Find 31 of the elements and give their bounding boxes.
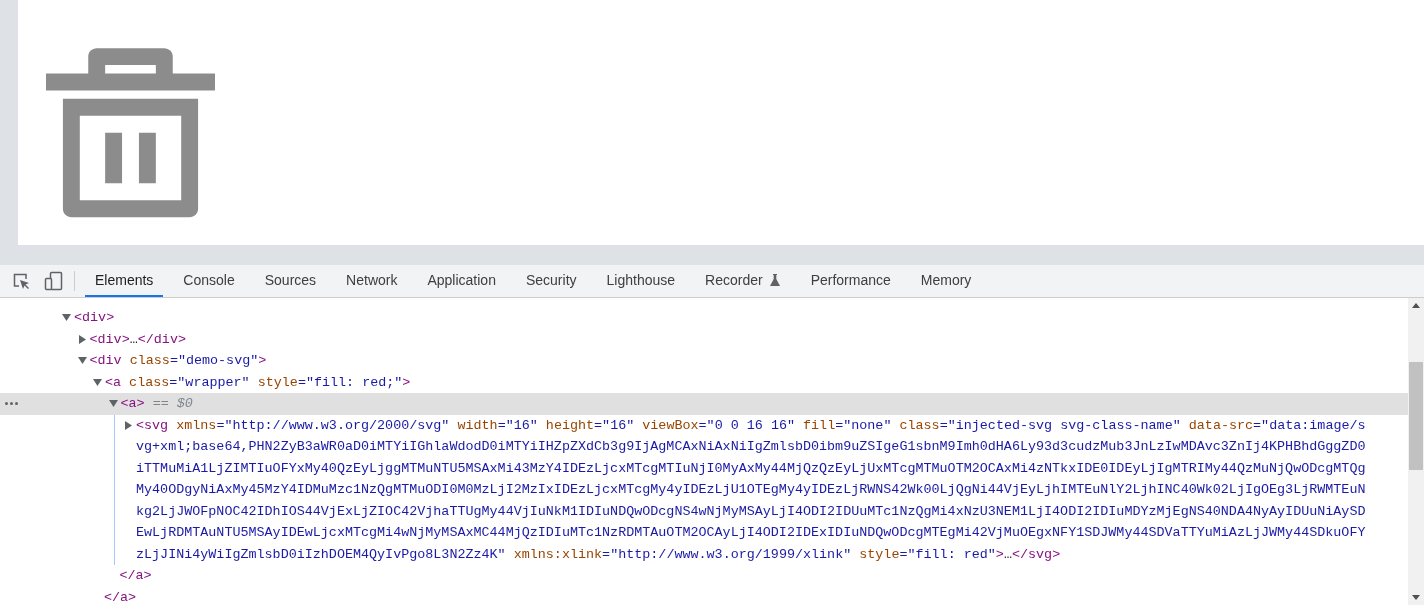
- panel-tab[interactable]: Recorder: [695, 265, 791, 297]
- code-line: <a class="wrapper" style="fill: red;">: [105, 373, 411, 392]
- code-line: </a>: [119, 567, 152, 585]
- panel-tab[interactable]: Elements: [85, 265, 164, 297]
- panel-tab[interactable]: Memory: [910, 265, 982, 297]
- inspect-icon[interactable]: [12, 272, 30, 290]
- selected-row[interactable]: <a> == $0: [0, 393, 1408, 415]
- panel-tab[interactable]: Lighthouse: [596, 265, 686, 297]
- panel-tab[interactable]: Sources: [254, 265, 327, 297]
- code-line: <a> == $0: [120, 395, 193, 413]
- panel-tab[interactable]: Console: [173, 265, 245, 297]
- flask-icon: [768, 273, 781, 287]
- code-line: <svg xmlns="http://www.w3.org/2000/svg" width="16" height="16" viewBox="0 0 16 16" fill="none" class="injected-svg svg-class-name" data-src="data:image/svg+xml;base64,PHN2ZyB3aWR0aD0iMTYiIGhlaWdodD0iMTYiIHZpZXdCb3g9IjAgMCAxNiAxNiIgZmlsbD0ibm9uZSIgeG1sbnM9Imh0dHA6Ly93d3cudzMub3JnLzIwMDAvc3ZnIj4KPHBhdGggZD0iTTMuMiA1LjZIMTIuOFYxMy40QzEyLjggMTMuNTU5MSAxMi43MzY4IDEzLjcxMTcgMTIuNjI0MyAxMy44MjQzQzEyLjUxMTcgMTMuOTM2OCAxMi4zNTkxIDE0IDEyLjIgMTRIMy44QzMuNjQwODcgMTQgMy40ODgyNiAxMy45MzY4IDMuMzc1NzQgMTMuODI0M0MzLjI2MzIxIDEzLjcxMTcgMy4yIDEzLjU1OTEgMy4yIDEzLjRWNS42Wk00LjQgNi44VjEyLjhIMTEuNlY2LjhINC40Wk02LjIgOEg3LjRWMTEuNkg2LjJWOFpNOC42IDhIOS44VjExLjZIOC42VjhaTTUgMy44VjIuNkM1IDIuNDQwODcgNS4wNjMyMSAyLjI4ODI2IDUuMTc1NzQgMi4xNzU3NEM1LjI4ODI2IDIuMDYzMjEgNS40NDA4NyAyIDUuNiAySDEwLjRDMTAuNTU5MSAyIDEwLjcxMTcgMi4wNjMyMSAxMC44MjQzIDIuMTc1NzRDMTAuOTM2OCAyLjI4ODI2IDExIDIuNDQwODcgMTEgMi42VjMuOEgxNFY1SDJWMy44SDVaTTYuMiAzLjJWMy44SDkuOFYzLjJINi4yWiIgZmlsbD0iIzhDOEM4QyIvPgo8L3N2Zz4K" xmlns:xlink="http://www.w3.org/1999/xlink" style="fill: red">…</svg>: [136, 416, 1367, 564]
- collapsed-arrow-icon[interactable]: [77, 334, 87, 344]
- expanded-arrow-icon[interactable]: [108, 399, 118, 408]
- code-line: <div>: [74, 309, 115, 327]
- panel-tab[interactable]: Application: [417, 265, 506, 297]
- more-icon[interactable]: [5, 402, 18, 405]
- code-line: </a>: [104, 588, 137, 605]
- collapsed-arrow-icon[interactable]: [124, 420, 133, 430]
- code-line: <div class="demo-svg">: [89, 352, 267, 370]
- trash-icon: [46, 48, 215, 218]
- code-line: <div>…</div>: [89, 330, 187, 349]
- expanded-arrow-icon[interactable]: [62, 313, 71, 322]
- device-toolbar-icon[interactable]: [44, 271, 64, 291]
- panel-tab[interactable]: Security: [515, 265, 587, 297]
- panel-tab[interactable]: Network: [336, 265, 408, 297]
- scrollbar-thumb[interactable]: [1409, 362, 1423, 470]
- expanded-arrow-icon[interactable]: [93, 377, 102, 387]
- expanded-arrow-icon[interactable]: [77, 356, 87, 365]
- panel-tab[interactable]: Performance: [800, 265, 901, 297]
